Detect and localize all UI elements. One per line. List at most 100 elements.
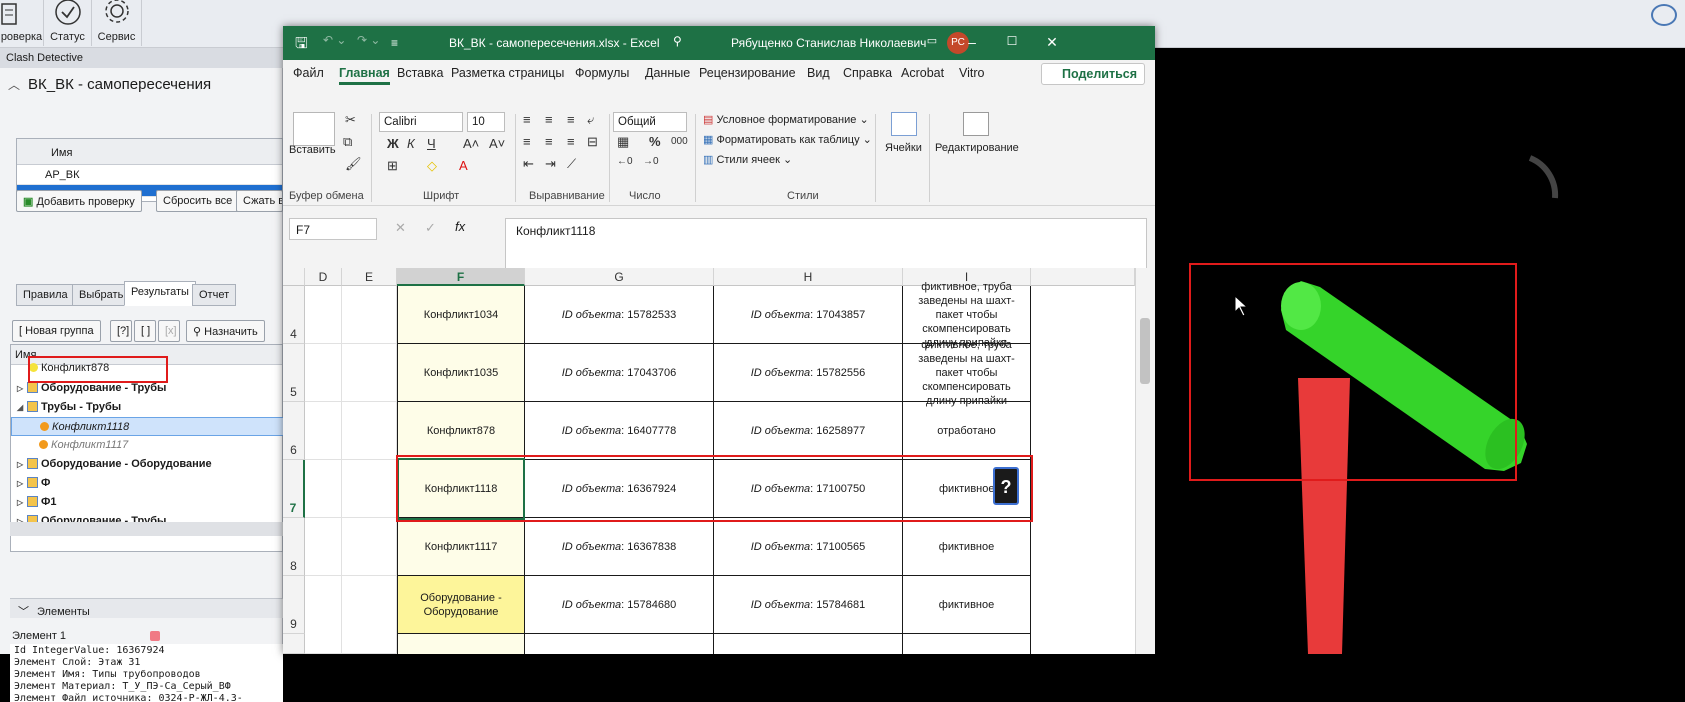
delete-group-icon[interactable]: [x] [158, 320, 180, 342]
editing-search-icon[interactable] [963, 112, 989, 136]
redo-icon[interactable]: ↷ ⌄ [357, 33, 380, 47]
table-cell[interactable]: ID объекта: 16258977 [714, 402, 903, 460]
table-cell[interactable] [714, 634, 903, 654]
3d-viewport[interactable] [1155, 48, 1685, 654]
elements-section[interactable]: ﹀ Элементы [10, 598, 283, 618]
help-tooltip-icon[interactable]: ? [993, 467, 1019, 505]
row-header[interactable]: 6 [283, 402, 305, 460]
bold-icon[interactable]: Ж [387, 136, 399, 151]
row-header[interactable]: 5 [283, 344, 305, 402]
row-header[interactable]: 8 [283, 518, 305, 576]
table-cell[interactable]: ID объекта: 15782556 [714, 344, 903, 402]
tree-group[interactable]: ▷ Ф [11, 474, 284, 493]
indent-decrease-icon[interactable]: ⇤ [523, 156, 534, 172]
row-header[interactable]: 9 [283, 576, 305, 634]
table-cell[interactable]: фиктивное, труба заведены на шахт-пакет … [903, 281, 1031, 349]
cells-icon[interactable] [891, 112, 917, 136]
align-center-icon[interactable]: ≡ [545, 134, 553, 149]
formula-bar[interactable]: Конфликт1118 [505, 218, 1147, 272]
editing-button[interactable]: Редактирование [935, 142, 1019, 154]
tree-group-open[interactable]: ◢ Трубы - Трубы [11, 398, 284, 417]
tab-formulas[interactable]: Формулы [575, 66, 629, 80]
table-cell[interactable]: отработано [903, 402, 1031, 460]
share-button[interactable]: Поделиться [1041, 63, 1145, 85]
number-format-select[interactable]: Общий [613, 112, 687, 132]
table-cell[interactable]: ID объекта: 16407778 [525, 402, 714, 460]
corner-header[interactable] [283, 268, 305, 286]
expand-icon[interactable]: ▷ [17, 479, 27, 488]
save-icon[interactable]: 🖫 [295, 33, 308, 58]
collapse-icon[interactable]: ◢ [17, 403, 27, 412]
orientation-icon[interactable]: ⟋ [567, 156, 576, 172]
column-header-f[interactable]: F [397, 268, 525, 286]
row-header-selected[interactable]: 7 [283, 460, 305, 518]
table-cell[interactable]: фиктивное, труба заведены на шахт-пакет … [903, 339, 1031, 407]
table-cell[interactable]: ID объекта: 15782533 [525, 286, 714, 344]
copy-icon[interactable]: ⧉ [343, 134, 352, 150]
thousands-icon[interactable]: 000 [671, 136, 688, 147]
quick-access-icon[interactable]: ≡ [391, 36, 398, 50]
format-painter-icon[interactable]: 🖌 [345, 156, 362, 172]
tree-group[interactable]: ▷ Ф1 [11, 493, 284, 512]
assign-button[interactable]: ⚲ Назначить [186, 320, 265, 342]
increase-decimal-icon[interactable]: ←0 [617, 156, 633, 167]
table-cell[interactable]: ID объекта: 16367838 [525, 518, 714, 576]
cancel-icon[interactable]: ✕ [395, 220, 406, 236]
table-cell[interactable] [525, 634, 714, 654]
scrollbar-thumb[interactable] [1140, 318, 1150, 384]
column-header-h[interactable]: H [714, 268, 903, 286]
borders-icon[interactable]: ⊞ [387, 158, 398, 174]
underline-icon[interactable]: Ч [427, 136, 436, 151]
new-group-button[interactable]: [ Новая группа [12, 320, 101, 342]
compact-button[interactable]: Сжать в [236, 190, 283, 212]
ribbon-display-icon[interactable]: ▭ [923, 34, 941, 52]
search-icon[interactable]: ⚲ [673, 34, 682, 48]
decrease-decimal-icon[interactable]: →0 [643, 156, 659, 167]
add-test-button[interactable]: ▣ Добавить проверку [16, 190, 142, 212]
grid-row[interactable]: АР_ВК [17, 165, 282, 185]
cut-icon[interactable]: ✂ [345, 112, 356, 128]
tree-item-1117[interactable]: Конфликт1117 [11, 436, 284, 455]
align-bottom-icon[interactable]: ≡ [567, 112, 575, 127]
tool-check[interactable]: роверка [0, 0, 44, 46]
italic-icon[interactable]: К [407, 136, 415, 151]
undo-icon[interactable]: ↶ ⌄ [323, 33, 346, 47]
tab-help[interactable]: Справка [843, 66, 892, 80]
tab-insert[interactable]: Вставка [397, 66, 443, 80]
tab-results[interactable]: Результаты [124, 281, 196, 306]
paste-label[interactable]: Вставить [289, 144, 336, 156]
table-cell[interactable]: ID объекта: 15784680 [525, 576, 714, 634]
fill-color-icon[interactable]: ◇ [427, 158, 437, 174]
tool-status[interactable]: Статус [44, 0, 92, 46]
table-cell[interactable] [397, 634, 525, 654]
cells-button[interactable]: Ячейки [885, 142, 922, 154]
font-color-icon[interactable]: A [459, 158, 468, 173]
row-header[interactable]: 4 [283, 286, 305, 344]
horizontal-scrollbar[interactable] [10, 522, 283, 536]
font-size-select[interactable]: 10 [467, 112, 505, 132]
maximize-icon[interactable]: ☐ [1003, 34, 1021, 52]
minimize-icon[interactable]: – [963, 34, 981, 52]
table-cell[interactable]: Конфликт1034 [397, 286, 525, 344]
indent-increase-icon[interactable]: ⇥ [545, 156, 556, 172]
table-cell[interactable]: фиктивное [903, 576, 1031, 634]
table-cell[interactable]: ID объекта: 15784681 [714, 576, 903, 634]
currency-icon[interactable]: ▦ [617, 134, 629, 150]
column-header-d[interactable]: D [305, 268, 342, 286]
expand-icon[interactable]: ▷ [17, 498, 27, 507]
table-cell[interactable]: ID объекта: 17043857 [714, 286, 903, 344]
tab-rules[interactable]: Правила [16, 284, 75, 306]
viewcube-ring[interactable] [1528, 155, 1559, 199]
test-name[interactable]: ︿ ВК_ВК - самопересечения [0, 70, 283, 98]
table-cell[interactable]: Конфликт1035 [397, 344, 525, 402]
confirm-icon[interactable]: ✓ [425, 220, 436, 236]
tab-report[interactable]: Отчет [192, 284, 237, 306]
conditional-format-button[interactable]: ▤ Условное форматирование ⌄ [703, 113, 869, 126]
table-cell[interactable]: Конфликт1117 [397, 518, 525, 576]
tree-group[interactable]: ▷ Оборудование - Оборудование [11, 455, 284, 474]
clipboard-icon[interactable] [293, 112, 335, 146]
align-middle-icon[interactable]: ≡ [545, 112, 553, 127]
column-header-g[interactable]: G [525, 268, 714, 286]
font-name-select[interactable]: Calibri [379, 112, 463, 132]
tab-home[interactable]: Главная [339, 66, 390, 85]
